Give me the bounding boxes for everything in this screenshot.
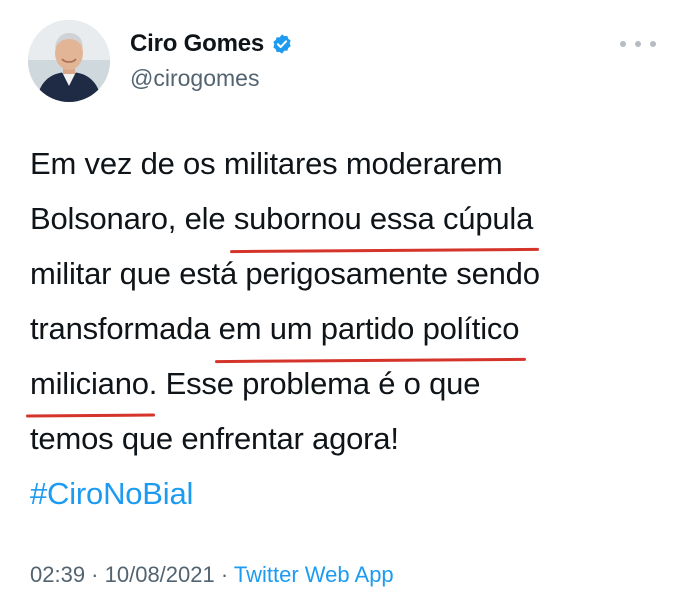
tweet-card: Ciro Gomes @cirogomes Em vez de os milit… [0, 0, 680, 612]
text-segment: . Esse problema é o que [148, 366, 481, 401]
tweet-line: temos que enfrentar agora! [30, 411, 670, 466]
underlined-phrase: subornou essa cúpula [234, 191, 534, 246]
verified-badge-icon [273, 34, 291, 54]
avatar-photo [28, 20, 110, 102]
text-segment: militar que está perigosamente sendo [30, 256, 540, 291]
tweet-line: miliciano. Esse problema é o que [30, 356, 670, 411]
text-segment: transformada [30, 311, 219, 346]
underlined-phrase: miliciano [30, 356, 149, 411]
tweet-line: Bolsonaro, ele subornou essa cúpula [30, 191, 670, 246]
more-dot [620, 41, 626, 47]
more-options-icon[interactable] [620, 34, 656, 54]
tweet-date[interactable]: 10/08/2021 [105, 562, 215, 587]
author-name-row[interactable]: Ciro Gomes [130, 30, 293, 58]
username-handle[interactable]: @cirogomes [130, 64, 259, 92]
more-dot [635, 41, 641, 47]
underlined-phrase: em um partido político [219, 301, 520, 356]
tweet-line: Em vez de os militares moderarem [30, 136, 670, 191]
more-dot [650, 41, 656, 47]
display-name[interactable]: Ciro Gomes [130, 30, 264, 58]
text-segment: Bolsonaro, ele [30, 201, 234, 236]
source-app-link[interactable]: Twitter Web App [234, 562, 394, 587]
text-segment: temos que enfrentar agora! [30, 421, 399, 456]
avatar[interactable] [28, 20, 110, 102]
text-segment: Em vez de os militares moderarem [30, 146, 503, 181]
separator: · [214, 562, 234, 587]
tweet-text: Em vez de os militares moderarem Bolsona… [30, 136, 670, 521]
tweet-line: militar que está perigosamente sendo [30, 246, 670, 301]
tweet-metadata: 02:39 · 10/08/2021 · Twitter Web App [30, 560, 394, 590]
separator: · [85, 562, 105, 587]
tweet-time[interactable]: 02:39 [30, 562, 85, 587]
tweet-line: transformada em um partido político [30, 301, 670, 356]
hashtag-link[interactable]: #CiroNoBial [30, 466, 670, 521]
